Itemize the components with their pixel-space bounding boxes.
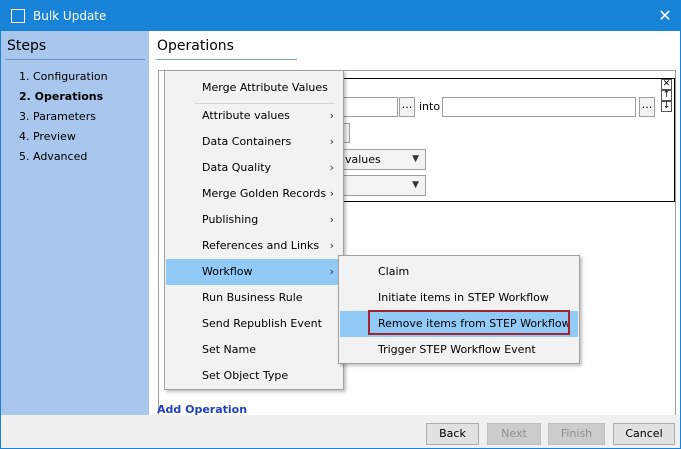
values-dropdown[interactable]: values ▼ bbox=[340, 149, 426, 170]
highlight-annotation bbox=[368, 310, 570, 335]
bulk-update-dialog: Bulk Update ✕ Steps 1. Configuration 2. … bbox=[0, 0, 681, 449]
step-preview[interactable]: 4. Preview bbox=[19, 130, 76, 143]
window-title: Bulk Update bbox=[33, 9, 107, 23]
finish-button[interactable]: Finish bbox=[548, 423, 605, 445]
chevron-down-icon: ▼ bbox=[412, 180, 419, 190]
title-bar: Bulk Update ✕ bbox=[1, 1, 680, 31]
chevron-right-icon: › bbox=[329, 109, 334, 122]
menu-item-merge-golden-records[interactable]: Merge Golden Records › bbox=[166, 181, 342, 207]
source-field[interactable] bbox=[340, 97, 398, 117]
close-button[interactable]: ✕ bbox=[650, 1, 680, 31]
submenu-item-label: Initiate items in STEP Workflow bbox=[378, 291, 549, 304]
menu-item-label: Set Object Type bbox=[202, 369, 289, 382]
move-up-icon[interactable]: ↑ bbox=[661, 90, 672, 101]
remove-operation-icon[interactable]: ✕ bbox=[661, 79, 672, 90]
submenu-item-claim[interactable]: Claim bbox=[340, 259, 578, 285]
next-button[interactable]: Next bbox=[487, 423, 541, 445]
steps-sidebar: Steps 1. Configuration 2. Operations 3. … bbox=[1, 31, 149, 415]
menu-item-publishing[interactable]: Publishing › bbox=[166, 207, 342, 233]
page-title: Operations bbox=[157, 38, 234, 54]
steps-divider bbox=[5, 59, 145, 60]
step-advanced[interactable]: 5. Advanced bbox=[19, 150, 87, 163]
chevron-right-icon: › bbox=[329, 135, 334, 148]
title-divider bbox=[156, 59, 297, 60]
menu-item-label: Merge Attribute Values bbox=[202, 81, 328, 94]
menu-item-workflow[interactable]: Workflow › bbox=[166, 259, 342, 285]
chevron-right-icon: › bbox=[329, 213, 334, 226]
chevron-right-icon: › bbox=[329, 265, 334, 278]
menu-item-send-republish-event[interactable]: Send Republish Event bbox=[166, 311, 342, 337]
menu-item-label: Attribute values bbox=[202, 109, 290, 122]
steps-heading: Steps bbox=[7, 38, 47, 54]
chevron-right-icon: › bbox=[329, 239, 334, 252]
menu-item-data-quality[interactable]: Data Quality › bbox=[166, 155, 342, 181]
target-browse-button[interactable]: ... bbox=[639, 97, 655, 117]
menu-item-label: Run Business Rule bbox=[202, 291, 303, 304]
step-parameters[interactable]: 3. Parameters bbox=[19, 110, 96, 123]
menu-item-set-name[interactable]: Set Name bbox=[166, 337, 342, 363]
submenu-item-initiate-workflow[interactable]: Initiate items in STEP Workflow bbox=[340, 285, 578, 311]
menu-item-label: Publishing bbox=[202, 213, 259, 226]
submenu-item-trigger-workflow-event[interactable]: Trigger STEP Workflow Event bbox=[340, 337, 578, 363]
menu-item-label: Set Name bbox=[202, 343, 257, 356]
menu-item-run-business-rule[interactable]: Run Business Rule bbox=[166, 285, 342, 311]
target-field[interactable] bbox=[442, 97, 636, 117]
dialog-footer: Back Next Finish Cancel bbox=[1, 415, 680, 448]
submenu-item-label: Claim bbox=[378, 265, 410, 278]
move-down-icon[interactable]: ↓ bbox=[661, 101, 672, 112]
menu-item-label: Merge Golden Records bbox=[202, 187, 327, 200]
menu-item-label: Send Republish Event bbox=[202, 317, 322, 330]
chevron-right-icon: › bbox=[329, 161, 334, 174]
step-operations[interactable]: 2. Operations bbox=[19, 90, 103, 103]
menu-item-label: Data Containers bbox=[202, 135, 292, 148]
source-browse-button[interactable]: ... bbox=[399, 97, 415, 117]
cancel-button[interactable]: Cancel bbox=[613, 423, 675, 445]
values-dropdown-label: values bbox=[345, 153, 381, 166]
chevron-right-icon: › bbox=[329, 187, 334, 200]
menu-item-attribute-values[interactable]: Attribute values › bbox=[166, 103, 342, 129]
menu-item-label: References and Links bbox=[202, 239, 320, 252]
menu-item-merge-attribute-values[interactable]: Merge Attribute Values bbox=[166, 75, 342, 101]
add-operation-menu: Merge Attribute Values Attribute values … bbox=[164, 70, 344, 390]
submenu-item-label: Trigger STEP Workflow Event bbox=[378, 343, 536, 356]
back-button[interactable]: Back bbox=[426, 423, 479, 445]
secondary-dropdown[interactable]: ▼ bbox=[340, 175, 426, 196]
menu-item-label: Data Quality bbox=[202, 161, 272, 174]
menu-item-data-containers[interactable]: Data Containers › bbox=[166, 129, 342, 155]
step-configuration[interactable]: 1. Configuration bbox=[19, 70, 108, 83]
menu-item-references-and-links[interactable]: References and Links › bbox=[166, 233, 342, 259]
into-label: into bbox=[419, 100, 441, 113]
menu-item-set-object-type[interactable]: Set Object Type bbox=[166, 363, 342, 389]
chevron-down-icon: ▼ bbox=[412, 154, 419, 164]
window-icon bbox=[11, 9, 25, 23]
menu-item-label: Workflow bbox=[202, 265, 253, 278]
